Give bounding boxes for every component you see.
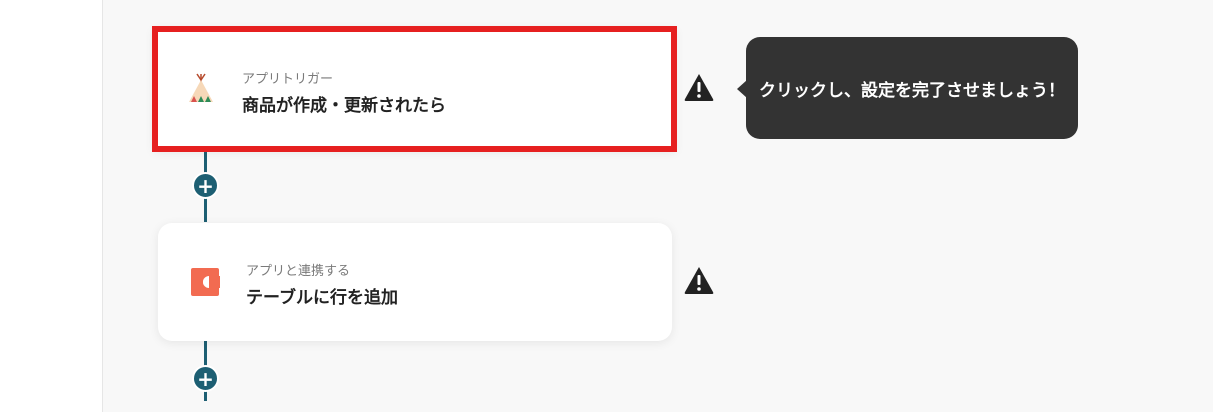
add-step-button[interactable]: + xyxy=(192,172,219,199)
step-title: 商品が作成・更新されたら xyxy=(242,96,446,116)
trigger-step-card[interactable]: アプリトリガー 商品が作成・更新されたら xyxy=(152,26,677,152)
warning-icon xyxy=(683,72,715,102)
step-subtitle: アプリと連携する xyxy=(246,264,351,279)
step-title: テーブルに行を追加 xyxy=(246,288,398,308)
plus-icon: + xyxy=(197,173,214,198)
add-step-button[interactable]: + xyxy=(192,365,219,392)
action-step-card[interactable]: アプリと連携する テーブルに行を追加 xyxy=(158,223,672,341)
coda-app-icon xyxy=(188,265,222,299)
step-subtitle: アプリトリガー xyxy=(242,72,334,87)
warning-icon xyxy=(683,265,715,295)
plus-icon: + xyxy=(197,366,214,391)
tooltip-text: クリックし、設定を完了させましょう！ xyxy=(759,80,1065,101)
setup-tooltip: クリックし、設定を完了させましょう！ xyxy=(737,37,1078,139)
teepee-app-icon xyxy=(184,72,218,106)
